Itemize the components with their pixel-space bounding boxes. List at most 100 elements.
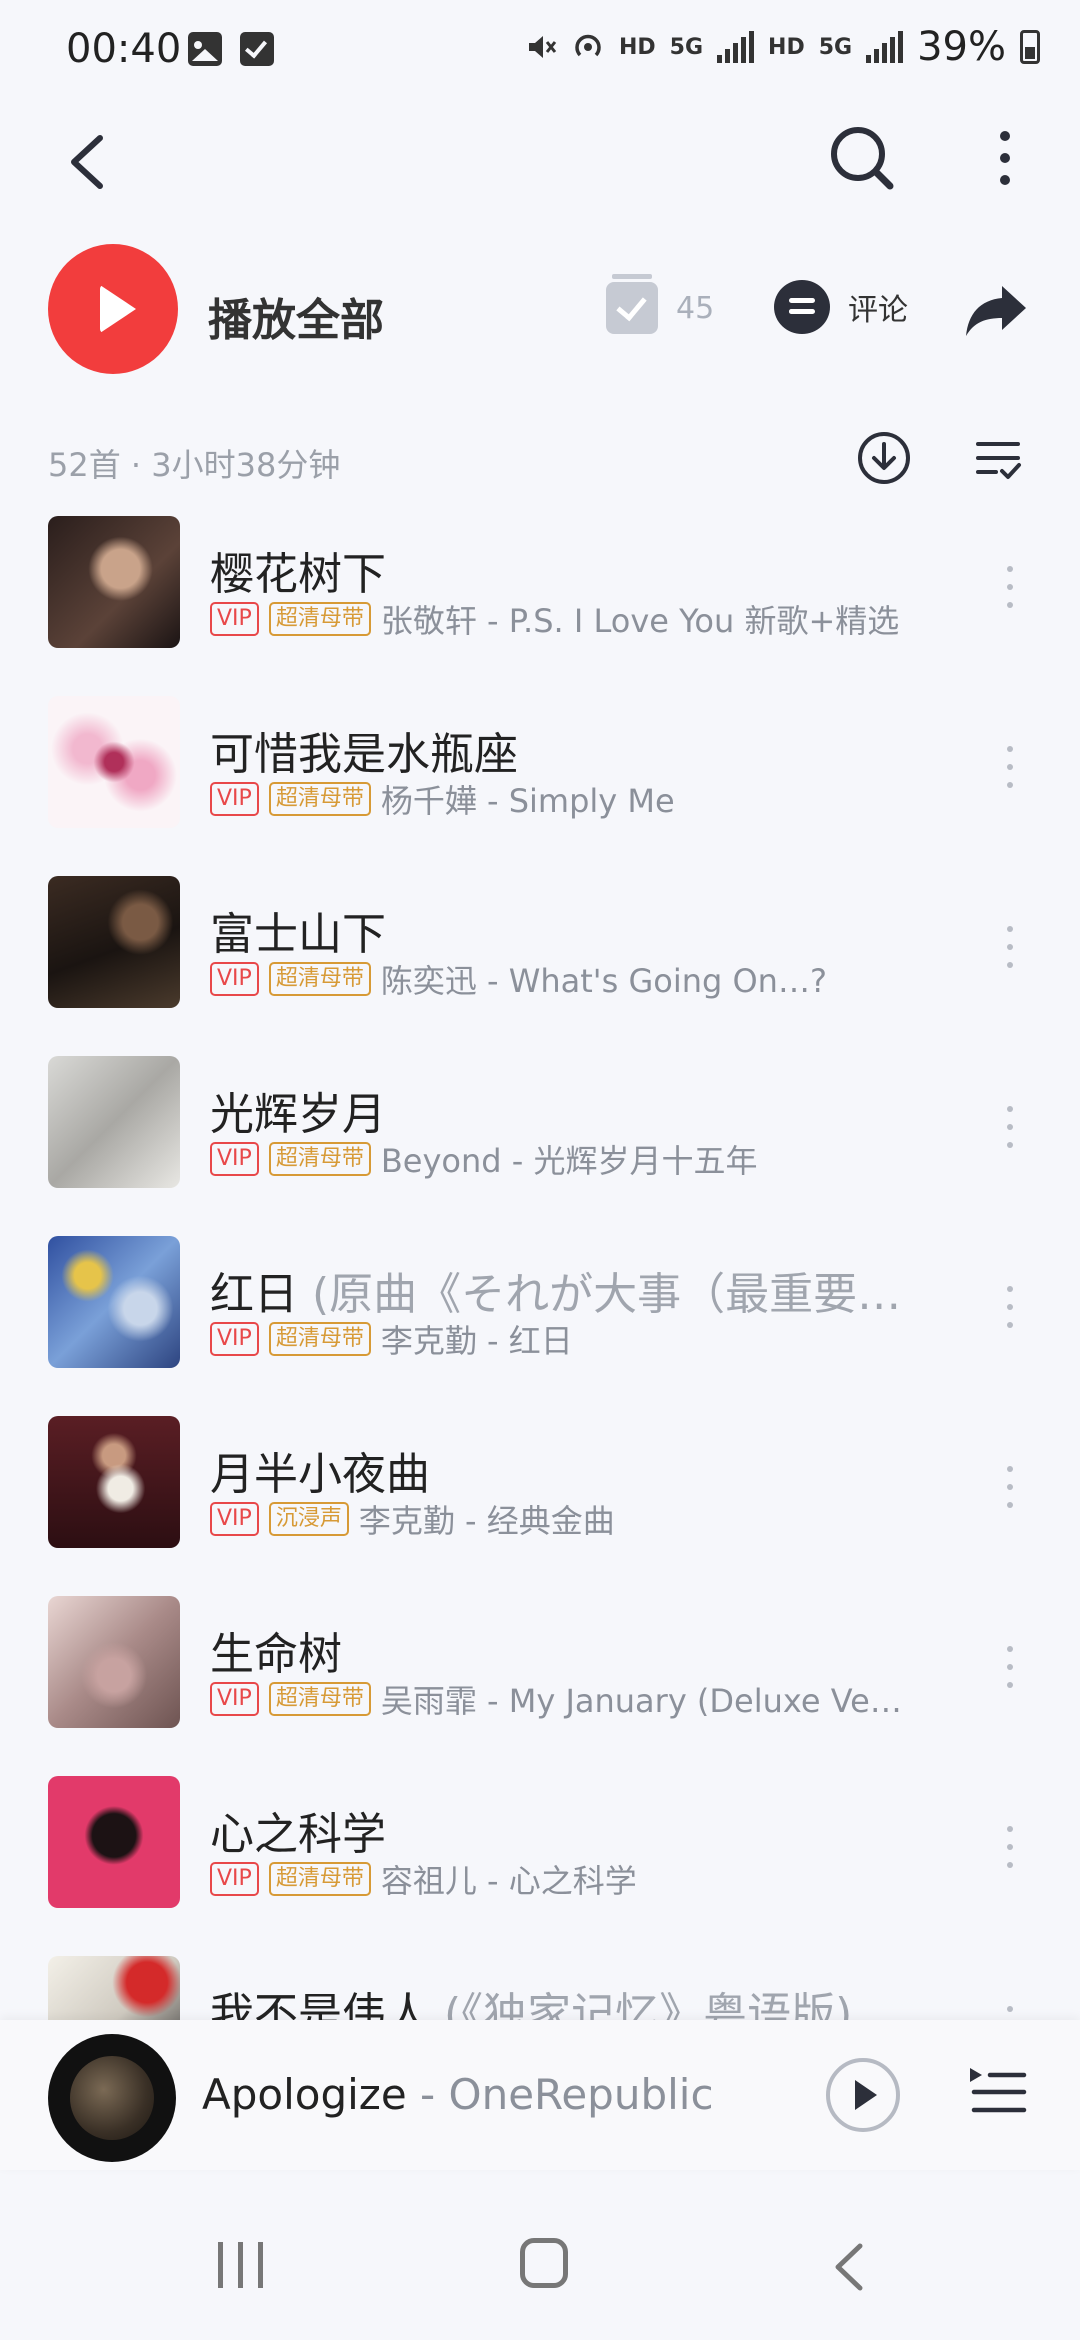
song-item[interactable]: 心之科学 VIP 超清母带 容祖儿 - 心之科学	[0, 1776, 1080, 1956]
search-icon[interactable]	[822, 118, 902, 198]
more-vertical-icon[interactable]	[1003, 1282, 1017, 1332]
more-vertical-icon[interactable]	[1003, 1642, 1017, 1692]
album-cover	[48, 1416, 180, 1548]
song-item[interactable]: 月半小夜曲 VIP 沉浸声 李克勤 - 经典金曲	[0, 1416, 1080, 1596]
network-label-hd-2: HD	[768, 34, 805, 60]
top-nav	[0, 104, 1080, 224]
song-artist-album: 杨千嬅 - Simply Me	[380, 782, 675, 820]
song-artist-album: Beyond - 光辉岁月十五年	[380, 1142, 758, 1180]
mini-play-button[interactable]	[826, 2058, 900, 2132]
now-playing-separator: -	[406, 2070, 449, 2119]
album-cover	[48, 516, 180, 648]
vip-badge: VIP	[210, 1142, 259, 1176]
now-playing-song: Apologize	[202, 2070, 407, 2119]
gallery-notification-icon	[188, 32, 222, 66]
more-vertical-icon[interactable]	[1003, 1462, 1017, 1512]
playlist-icon[interactable]	[968, 2064, 1028, 2120]
song-artist-album: 吴雨霏 - My January (Deluxe Ve…	[380, 1682, 902, 1720]
vip-badge: VIP	[210, 962, 259, 996]
quality-badge: 超清母带	[268, 782, 371, 816]
song-artist-album: 李克勤 - 红日	[380, 1322, 573, 1360]
network-label-hd-1: HD	[618, 34, 656, 60]
album-cover	[48, 1236, 180, 1368]
song-list: 樱花树下 VIP 超清母带 张敬轩 - P.S. I Love You 新歌+精…	[0, 516, 1080, 2136]
more-vertical-icon[interactable]	[1003, 1822, 1017, 1872]
song-title: 月半小夜曲	[210, 1449, 430, 1500]
collect-count: 45	[676, 290, 715, 326]
battery-percent: 39%	[917, 24, 1006, 70]
comment-button[interactable]: 评论	[774, 280, 908, 334]
song-artist-album: 容祖儿 - 心之科学	[380, 1862, 637, 1900]
song-title: 富士山下	[210, 909, 386, 960]
network-label-5g-2: 5G	[818, 34, 853, 60]
song-item[interactable]: 红日 (原曲《それが大事（最重要… VIP 超清母带 李克勤 - 红日	[0, 1236, 1080, 1416]
song-subtitle: (原曲《それが大事（最重要…	[298, 1269, 902, 1320]
system-nav-bar	[0, 2200, 1080, 2340]
play-all-button[interactable]	[48, 244, 178, 374]
quality-badge: 超清母带	[268, 1142, 371, 1176]
quality-badge: 沉浸声	[268, 1502, 349, 1536]
quality-badge: 超清母带	[268, 1862, 371, 1896]
play-all-label[interactable]: 播放全部	[208, 284, 384, 348]
song-title: 心之科学	[210, 1809, 386, 1860]
status-right: HD 5G HD 5G 39%	[525, 24, 1040, 70]
signal-icon-2	[866, 31, 904, 63]
mute-icon	[528, 36, 557, 58]
vip-badge: VIP	[210, 782, 259, 816]
song-artist-album: 李克勤 - 经典金曲	[358, 1502, 615, 1540]
song-item[interactable]: 樱花树下 VIP 超清母带 张敬轩 - P.S. I Love You 新歌+精…	[0, 516, 1080, 696]
album-cover	[48, 1776, 180, 1908]
album-cover	[48, 876, 180, 1008]
play-all-row: 播放全部 45 评论	[0, 240, 1080, 380]
more-vertical-icon[interactable]	[1003, 742, 1017, 792]
playlist-screen: 00:40 HD 5G HD 5G 39% 播放全部 45 评论 52首 · 3…	[0, 0, 1080, 2340]
comment-icon	[774, 280, 830, 334]
song-artist-album: 张敬轩 - P.S. I Love You 新歌+精选	[380, 602, 900, 640]
quality-badge: 超清母带	[268, 602, 371, 636]
now-playing-disc[interactable]	[48, 2034, 176, 2162]
album-cover	[48, 1596, 180, 1728]
download-icon[interactable]	[856, 430, 912, 486]
checkbox-notification-icon	[240, 32, 274, 66]
hotspot-icon	[575, 34, 601, 57]
now-playing-title[interactable]: Apologize - OneRepublic	[202, 2070, 714, 2119]
vip-badge: VIP	[210, 1682, 259, 1716]
song-title: 光辉岁月	[210, 1089, 386, 1140]
song-item[interactable]: 富士山下 VIP 超清母带 陈奕迅 - What's Going On…?	[0, 876, 1080, 1056]
more-vertical-icon[interactable]	[1003, 1102, 1017, 1152]
song-title: 可惜我是水瓶座	[210, 729, 518, 780]
back-icon[interactable]	[60, 122, 120, 202]
battery-icon	[1020, 30, 1040, 64]
album-cover	[48, 1056, 180, 1188]
song-title: 樱花树下	[210, 549, 386, 600]
more-vertical-icon[interactable]	[990, 118, 1020, 198]
network-label-5g-1: 5G	[669, 34, 704, 60]
status-time: 00:40	[66, 26, 182, 72]
collect-button[interactable]: 45	[606, 274, 715, 334]
playlist-summary: 52首 · 3小时38分钟	[48, 446, 341, 484]
more-vertical-icon[interactable]	[1003, 922, 1017, 972]
vip-badge: VIP	[210, 1862, 259, 1896]
home-icon[interactable]	[520, 2238, 568, 2288]
multi-select-icon[interactable]	[974, 438, 1022, 482]
album-cover	[48, 696, 180, 828]
song-artist-album: 陈奕迅 - What's Going On…?	[380, 962, 827, 1000]
collect-icon	[606, 274, 658, 334]
more-vertical-icon[interactable]	[1003, 562, 1017, 612]
recent-apps-icon[interactable]	[218, 2242, 268, 2288]
vip-badge: VIP	[210, 1502, 259, 1536]
song-item[interactable]: 生命树 VIP 超清母带 吴雨霏 - My January (Deluxe Ve…	[0, 1596, 1080, 1776]
comment-label: 评论	[848, 293, 908, 328]
song-title: 红日	[210, 1269, 298, 1320]
quality-badge: 超清母带	[268, 1682, 371, 1716]
status-bar: 00:40 HD 5G HD 5G 39%	[0, 0, 1080, 104]
playlist-meta-row: 52首 · 3小时38分钟	[0, 424, 1080, 504]
system-back-icon[interactable]	[830, 2240, 870, 2294]
now-playing-artist: OneRepublic	[448, 2070, 714, 2119]
song-item[interactable]: 光辉岁月 VIP 超清母带 Beyond - 光辉岁月十五年	[0, 1056, 1080, 1236]
signal-icon	[717, 31, 755, 63]
vip-badge: VIP	[210, 1322, 259, 1356]
mini-player[interactable]: Apologize - OneRepublic	[0, 2020, 1080, 2170]
share-icon[interactable]	[962, 280, 1030, 340]
song-item[interactable]: 可惜我是水瓶座 VIP 超清母带 杨千嬅 - Simply Me	[0, 696, 1080, 876]
